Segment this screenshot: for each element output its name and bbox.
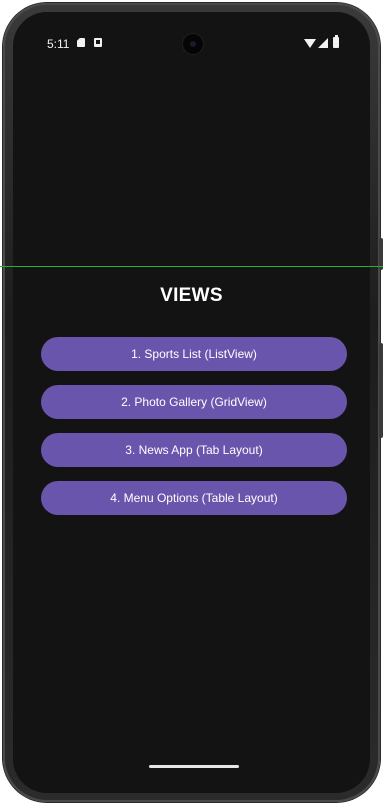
sd-card-icon: [77, 38, 85, 47]
sports-list-button[interactable]: 1. Sports List (ListView): [41, 337, 347, 371]
signal-icon: [318, 38, 328, 48]
battery-icon: [333, 35, 339, 48]
wifi-icon: [304, 39, 316, 48]
views-menu: 1. Sports List (ListView) 2. Photo Galle…: [41, 337, 347, 529]
camera-icon: [183, 34, 203, 54]
phone-frame: 5:11 VIEWS 1. Sports List (ListView) 2. …: [3, 3, 383, 802]
status-bar: 5:11: [13, 12, 370, 54]
phone-screen: 5:11 VIEWS 1. Sports List (ListView) 2. …: [13, 12, 370, 793]
news-app-button[interactable]: 3. News App (Tab Layout): [41, 433, 347, 467]
home-indicator[interactable]: [149, 765, 239, 768]
volume-button: [379, 343, 383, 438]
photo-gallery-button[interactable]: 2. Photo Gallery (GridView): [41, 385, 347, 419]
status-time: 5:11: [47, 37, 70, 51]
image-icon: [94, 38, 102, 47]
menu-options-button[interactable]: 4. Menu Options (Table Layout): [41, 481, 347, 515]
page-title: VIEWS: [160, 285, 223, 306]
guide-line: [0, 266, 383, 267]
